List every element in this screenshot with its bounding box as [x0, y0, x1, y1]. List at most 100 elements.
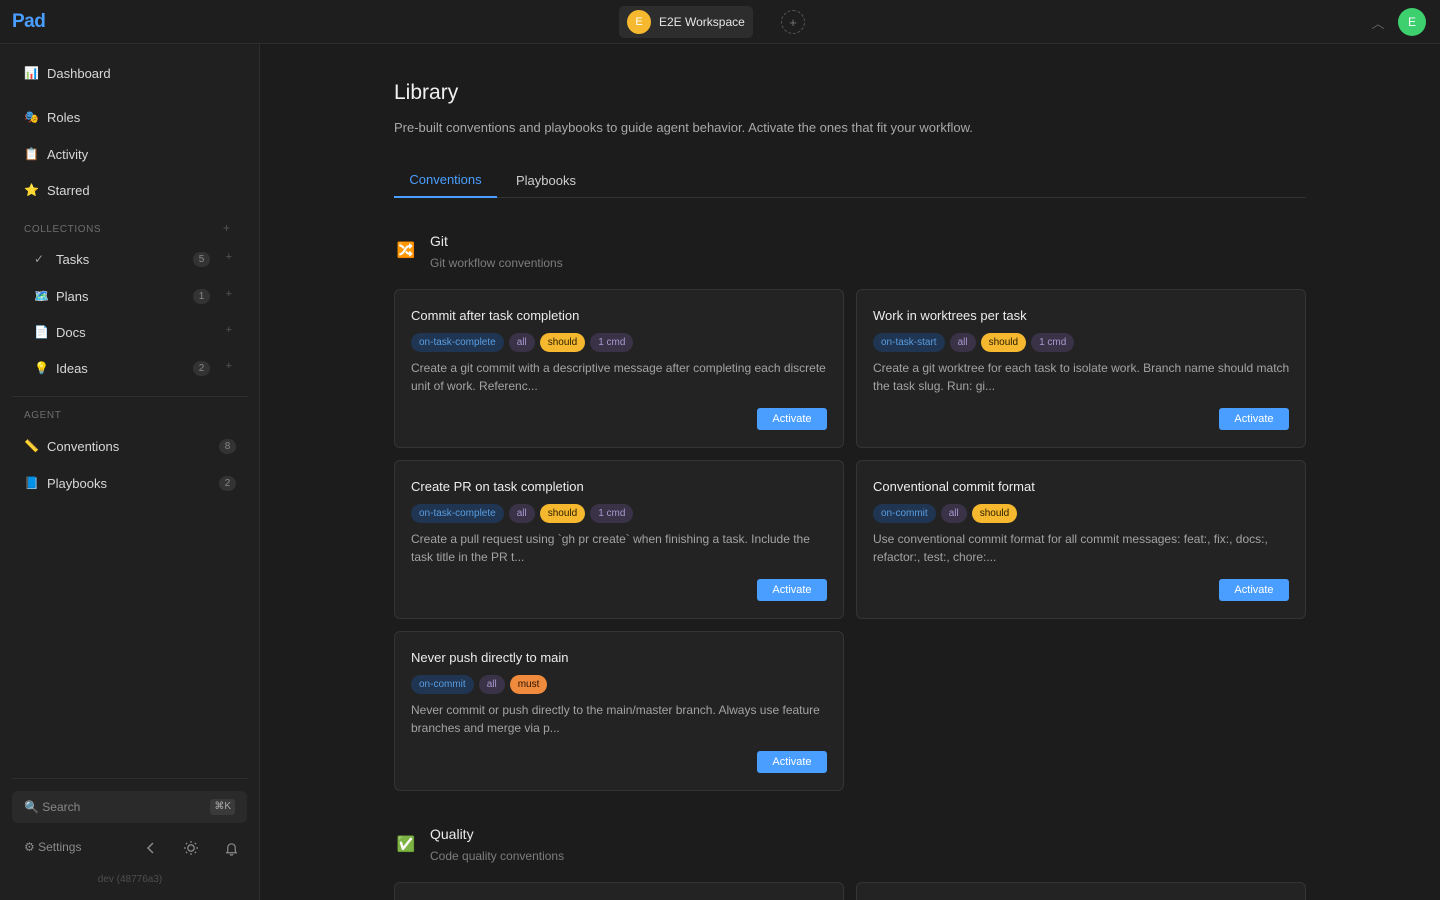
priority-tag: must [509, 675, 548, 694]
card-description: Never commit or push directly to the mai… [411, 703, 820, 735]
sidebar-item-label: Plans [56, 288, 89, 304]
collections-heading: COLLECTIONS [24, 224, 102, 235]
scope-tag: all [949, 333, 976, 352]
dashboard-icon: 📊 [24, 66, 39, 80]
sidebar-item-label: Starred [47, 182, 90, 198]
top-bar: Pad E E2E Workspace + ︿ E [0, 0, 1440, 44]
card-tags: on-task-complete all should 1 cmd [411, 333, 634, 352]
priority-tag: should [539, 504, 586, 523]
activity-icon: 📋 [24, 147, 39, 161]
trigger-tag: on-task-complete [411, 504, 504, 523]
sidebar-item-label: Playbooks [47, 475, 107, 491]
sidebar-item-label: Docs [56, 324, 86, 340]
sidebar-item-conventions[interactable]: 📏 Conventions 8 [12, 431, 248, 461]
search-button[interactable]: 🔍 Search ⌘K [12, 791, 247, 823]
collapse-sidebar-icon[interactable] [142, 839, 160, 857]
convention-card [394, 882, 844, 900]
sidebar-item-ideas[interactable]: 💡 Ideas 2 + [12, 353, 248, 383]
convention-card: Never push directly to main on-commit al… [394, 631, 844, 791]
settings-link[interactable]: ⚙ Settings [24, 840, 81, 854]
checkmark-icon: ✅ [396, 836, 416, 853]
add-item-icon[interactable]: + [226, 360, 232, 372]
card-title: Never push directly to main [411, 650, 569, 665]
sidebar-item-starred[interactable]: ⭐ Starred [12, 175, 248, 205]
section-title: Quality [430, 826, 474, 842]
card-description: Use conventional commit format for all c… [873, 532, 1268, 564]
search-shortcut: ⌘K [210, 799, 235, 815]
convention-card: Commit after task completion on-task-com… [394, 289, 844, 448]
section-subtitle: Code quality conventions [430, 849, 565, 863]
sidebar-item-playbooks[interactable]: 📘 Playbooks 2 [12, 468, 248, 498]
add-item-icon[interactable]: + [226, 288, 232, 300]
card-description: Create a git commit with a descriptive m… [411, 361, 826, 393]
card-tags: on-commit all must [411, 675, 548, 694]
add-workspace-button[interactable]: + [781, 10, 805, 34]
add-item-icon[interactable]: + [226, 324, 232, 336]
section-title: Git [430, 233, 448, 249]
activate-button[interactable]: Activate [1219, 408, 1289, 430]
user-avatar[interactable]: E [1398, 8, 1426, 36]
sidebar-item-label: Activity [47, 146, 89, 162]
command-count-tag: 1 cmd [590, 504, 634, 523]
convention-card: Work in worktrees per task on-task-start… [856, 289, 1306, 448]
sidebar-divider [12, 396, 248, 397]
ruler-icon: 📏 [24, 439, 39, 453]
tab-playbooks[interactable]: Playbooks [507, 162, 585, 198]
shuffle-icon: 🔀 [396, 242, 416, 259]
activate-button[interactable]: Activate [757, 751, 827, 773]
scope-tag: all [478, 675, 505, 694]
add-collection-icon[interactable]: + [223, 221, 230, 235]
roles-icon: 🎭 [24, 110, 39, 124]
activate-button[interactable]: Activate [757, 579, 827, 601]
main-content: Library Pre-built conventions and playbo… [260, 44, 1440, 900]
count-badge: 5 [193, 252, 210, 267]
trigger-tag: on-commit [873, 504, 936, 523]
search-placeholder: 🔍 Search [24, 800, 81, 814]
priority-tag: should [539, 333, 586, 352]
chevron-up-icon[interactable]: ︿ [1368, 12, 1388, 32]
sidebar-item-label: Conventions [47, 438, 120, 454]
sidebar-item-label: Tasks [56, 251, 90, 267]
scope-tag: all [508, 333, 535, 352]
sidebar-item-activity[interactable]: 📋 Activity [12, 139, 248, 169]
document-icon: 📄 [34, 325, 49, 339]
theme-toggle-icon[interactable] [182, 839, 200, 857]
trigger-tag: on-task-complete [411, 333, 504, 352]
card-title: Create PR on task completion [411, 479, 584, 494]
sidebar-divider [12, 778, 248, 779]
convention-card: Conventional commit format on-commit all… [856, 460, 1306, 619]
priority-tag: should [980, 333, 1027, 352]
sidebar-item-roles[interactable]: 🎭 Roles [12, 102, 248, 132]
scope-tag: all [940, 504, 967, 523]
sidebar-item-docs[interactable]: 📄 Docs + [12, 317, 248, 347]
sidebar-item-label: Dashboard [47, 65, 111, 81]
count-badge: 2 [219, 476, 236, 491]
book-icon: 📘 [24, 476, 39, 490]
card-tags: on-task-complete all should 1 cmd [411, 504, 634, 523]
tab-bar: Conventions Playbooks [394, 162, 1306, 198]
scope-tag: all [508, 504, 535, 523]
sidebar: 📊 Dashboard 🎭 Roles 📋 Activity ⭐ Starred… [0, 44, 260, 900]
add-item-icon[interactable]: + [226, 251, 232, 263]
sidebar-item-tasks[interactable]: ✓ Tasks 5 + [12, 244, 248, 274]
command-count-tag: 1 cmd [1031, 333, 1075, 352]
workspace-switcher[interactable]: E E2E Workspace [619, 6, 753, 38]
sidebar-item-plans[interactable]: 🗺️ Plans 1 + [12, 281, 248, 311]
page-title: Library [394, 81, 459, 104]
app-logo[interactable]: Pad [12, 11, 46, 33]
version-label: dev (48776a3) [97, 874, 163, 885]
count-badge: 2 [193, 361, 210, 376]
activate-button[interactable]: Activate [757, 408, 827, 430]
sidebar-item-label: Roles [47, 109, 81, 125]
workspace-avatar: E [627, 10, 651, 34]
section-subtitle: Git workflow conventions [430, 256, 563, 270]
tab-conventions[interactable]: Conventions [394, 162, 497, 198]
sidebar-item-dashboard[interactable]: 📊 Dashboard [12, 58, 248, 88]
activate-button[interactable]: Activate [1219, 579, 1289, 601]
star-icon: ⭐ [24, 183, 39, 197]
page-description: Pre-built conventions and playbooks to g… [394, 120, 973, 135]
count-badge: 1 [193, 289, 210, 304]
bell-icon[interactable] [222, 839, 240, 857]
trigger-tag: on-commit [411, 675, 474, 694]
card-tags: on-commit all should [873, 504, 1018, 523]
